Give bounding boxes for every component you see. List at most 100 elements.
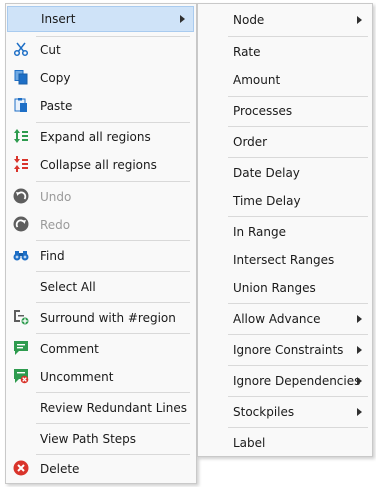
paste-icon — [14, 98, 27, 112]
menu-separator — [228, 334, 368, 335]
menu-item-label: Node — [233, 13, 265, 27]
menu-item-label: Date Delay — [233, 166, 300, 180]
menu-item-label: Select All — [40, 280, 96, 294]
menu-item-label: Paste — [40, 99, 73, 113]
menu-item-label: Processes — [233, 104, 293, 118]
submenu-item-label[interactable]: Label — [198, 430, 372, 456]
menu-item-undo[interactable]: Undo — [6, 184, 196, 210]
submenu-item-ignore-constraints[interactable]: Ignore Constraints — [198, 337, 372, 363]
menu-separator — [228, 216, 368, 217]
menu-item-label: Label — [233, 436, 266, 450]
submenu-item-in-range[interactable]: In Range — [198, 219, 372, 245]
insert-submenu: Node Rate Amount Processes Order Date De… — [197, 3, 373, 457]
menu-item-label: Rate — [233, 45, 261, 59]
submenu-item-node[interactable]: Node — [198, 7, 372, 33]
expand-regions-icon — [14, 129, 28, 143]
menu-item-label: Expand all regions — [40, 130, 151, 144]
scissors-icon — [13, 42, 29, 57]
delete-icon — [13, 460, 29, 476]
menu-item-comment[interactable]: Comment — [6, 336, 196, 362]
menu-separator — [36, 302, 190, 303]
menu-item-cut[interactable]: Cut — [6, 37, 196, 63]
menu-separator — [228, 36, 368, 37]
menu-item-view-path-steps[interactable]: View Path Steps — [6, 426, 196, 452]
submenu-item-ignore-dependencies[interactable]: Ignore Dependencies — [198, 368, 372, 394]
binoculars-icon — [13, 251, 29, 261]
menu-item-label: Ignore Constraints — [233, 343, 344, 357]
menu-separator — [228, 126, 368, 127]
submenu-item-processes[interactable]: Processes — [198, 98, 372, 124]
submenu-item-order[interactable]: Order — [198, 129, 372, 155]
menu-item-label: Surround with #region — [40, 311, 176, 325]
menu-separator — [36, 271, 190, 272]
menu-item-redo[interactable]: Redo — [6, 212, 196, 238]
menu-item-label: Find — [40, 249, 65, 263]
menu-separator — [36, 240, 190, 241]
uncomment-icon — [14, 369, 29, 384]
menu-item-label: Order — [233, 135, 268, 149]
collapse-regions-icon — [14, 156, 28, 172]
menu-separator — [228, 303, 368, 304]
menu-separator — [228, 96, 368, 97]
submenu-arrow-icon — [357, 377, 362, 385]
submenu-arrow-icon — [357, 16, 362, 24]
menu-item-label: Comment — [40, 342, 99, 356]
menu-separator — [36, 454, 190, 455]
menu-separator — [36, 122, 190, 123]
submenu-arrow-icon — [180, 15, 185, 23]
menu-separator — [36, 181, 190, 182]
menu-item-label: Allow Advance — [233, 312, 321, 326]
menu-item-label: Cut — [40, 43, 61, 57]
submenu-item-stockpiles[interactable]: Stockpiles — [198, 399, 372, 425]
menu-item-review-redundant-lines[interactable]: Review Redundant Lines — [6, 395, 196, 421]
menu-item-insert[interactable]: Insert — [7, 6, 194, 32]
submenu-arrow-icon — [357, 346, 362, 354]
menu-separator — [228, 157, 368, 158]
submenu-item-union-ranges[interactable]: Union Ranges — [198, 275, 372, 301]
menu-item-label: Delete — [40, 462, 80, 476]
menu-item-label: Insert — [41, 12, 76, 26]
menu-item-expand-all-regions[interactable]: Expand all regions — [6, 124, 196, 150]
menu-separator — [228, 427, 368, 428]
submenu-arrow-icon — [357, 315, 362, 323]
comment-icon — [14, 341, 28, 355]
menu-separator — [36, 392, 190, 393]
menu-item-label: Uncomment — [40, 370, 114, 384]
menu-item-find[interactable]: Find — [6, 243, 196, 269]
menu-item-label: Intersect Ranges — [233, 253, 335, 267]
context-menu: Insert Cut Copy Paste Expand all regions… — [5, 3, 197, 484]
menu-separator — [228, 396, 368, 397]
menu-separator — [36, 333, 190, 334]
menu-item-label: Stockpiles — [233, 405, 295, 419]
menu-item-label: Time Delay — [233, 194, 301, 208]
menu-separator — [228, 365, 368, 366]
menu-item-label: Collapse all regions — [40, 158, 157, 172]
menu-separator — [36, 423, 190, 424]
menu-item-label: Amount — [233, 73, 281, 87]
menu-item-label: Ignore Dependencies — [233, 374, 361, 388]
menu-item-paste[interactable]: Paste — [6, 93, 196, 119]
undo-icon — [13, 188, 29, 204]
menu-item-surround-with-region[interactable]: Surround with #region — [6, 305, 196, 331]
menu-item-label: Union Ranges — [233, 281, 316, 295]
menu-item-label: In Range — [233, 225, 286, 239]
surround-region-icon — [14, 310, 29, 325]
copy-icon — [14, 70, 28, 85]
menu-item-label: Redo — [40, 218, 71, 232]
menu-item-delete[interactable]: Delete — [6, 456, 196, 482]
menu-item-collapse-all-regions[interactable]: Collapse all regions — [6, 152, 196, 178]
submenu-item-date-delay[interactable]: Date Delay — [198, 160, 372, 186]
menu-item-uncomment[interactable]: Uncomment — [6, 364, 196, 390]
menu-item-select-all[interactable]: Select All — [6, 274, 196, 300]
menu-item-copy[interactable]: Copy — [6, 65, 196, 91]
menu-item-label: Copy — [40, 71, 71, 85]
redo-icon — [13, 216, 29, 232]
submenu-item-amount[interactable]: Amount — [198, 67, 372, 93]
submenu-item-intersect-ranges[interactable]: Intersect Ranges — [198, 247, 372, 273]
menu-item-label: View Path Steps — [40, 432, 137, 446]
submenu-arrow-icon — [357, 408, 362, 416]
submenu-item-rate[interactable]: Rate — [198, 39, 372, 65]
submenu-item-allow-advance[interactable]: Allow Advance — [198, 306, 372, 332]
menu-item-label: Undo — [40, 190, 72, 204]
submenu-item-time-delay[interactable]: Time Delay — [198, 188, 372, 214]
